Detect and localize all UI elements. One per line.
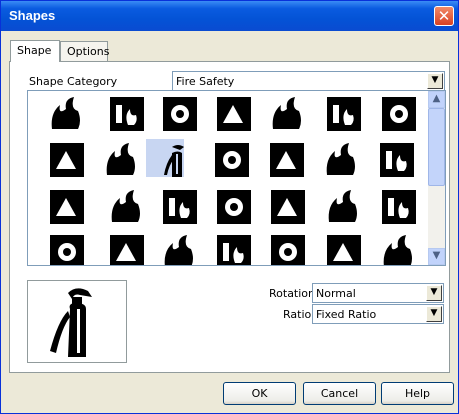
title-bar[interactable]: Shapes ✕	[1, 1, 458, 31]
fire-extinguisher-icon	[50, 288, 92, 357]
close-icon[interactable]: ✕	[434, 6, 454, 26]
fire-hose-reel-icon[interactable]	[272, 97, 301, 129]
gallery-scrollbar[interactable]: ▲ ▼	[428, 91, 445, 265]
tab-options[interactable]: Options	[60, 41, 109, 61]
fire-extinguisher-icon[interactable]	[164, 145, 184, 177]
shape-gallery[interactable]: ▲ ▼	[27, 90, 446, 266]
horn-icon[interactable]	[50, 235, 84, 265]
ok-button[interactable]: OK	[223, 382, 296, 405]
shape-category-select[interactable]: Fire Safety ▼	[172, 71, 445, 91]
rotation-value: Normal	[316, 287, 356, 300]
rotation-label: Rotation	[269, 287, 316, 300]
exit-right-icon[interactable]	[271, 235, 305, 265]
icons-layer	[50, 97, 416, 265]
fire-extinguisher-flames-icon[interactable]	[106, 143, 135, 175]
flames-icon[interactable]	[110, 97, 144, 131]
ratio-label: Ratio	[283, 308, 312, 321]
hose-hook-icon[interactable]	[380, 143, 414, 177]
fire-bell-icon[interactable]	[271, 190, 305, 224]
person-running-flame-icon[interactable]	[327, 235, 361, 265]
fire-escape-person-icon[interactable]	[164, 235, 193, 265]
flame-icon[interactable]	[51, 97, 80, 129]
bell-fire-icon[interactable]	[110, 235, 144, 265]
shape-preview	[27, 280, 127, 363]
tab-shape[interactable]: Shape	[10, 40, 60, 62]
chevron-down-icon[interactable]: ▼	[427, 73, 443, 89]
fire-icon[interactable]	[163, 97, 197, 131]
shape-category-label: Shape Category	[29, 75, 118, 88]
shape-category-value: Fire Safety	[176, 75, 235, 88]
fire-hydrant-icon[interactable]	[327, 97, 361, 131]
ratio-select[interactable]: Fixed Ratio ▼	[312, 304, 444, 324]
exit-left-icon[interactable]	[217, 235, 251, 265]
hose-coil-icon[interactable]	[50, 143, 84, 177]
scroll-down-icon[interactable]: ▼	[428, 248, 445, 265]
extinguisher-box-icon[interactable]	[270, 143, 304, 177]
alarm-button-fire-icon[interactable]	[163, 190, 197, 224]
fire-extinguisher-plain-icon[interactable]	[215, 143, 249, 177]
window-title: Shapes	[9, 8, 56, 23]
help-button[interactable]: Help	[381, 382, 454, 405]
location-pin-icon[interactable]	[326, 143, 355, 175]
telephone-icon[interactable]	[50, 190, 84, 224]
shapes-dialog: Shapes ✕ Shape Options Shape Category Fi…	[0, 0, 459, 414]
rotation-select[interactable]: Normal ▼	[312, 283, 444, 303]
running-person-fire-icon[interactable]	[217, 97, 251, 131]
hose-reel-icon[interactable]	[382, 97, 416, 131]
chevron-down-icon[interactable]: ▼	[426, 285, 442, 301]
assembly-point-icon[interactable]	[383, 235, 412, 265]
fire-alarm-burst-icon[interactable]	[217, 190, 251, 224]
smoke-detector-icon[interactable]	[382, 190, 416, 224]
cancel-button[interactable]: Cancel	[303, 382, 376, 405]
scroll-thumb[interactable]	[428, 108, 445, 186]
telephone-handset-icon[interactable]	[111, 190, 140, 222]
scroll-up-icon[interactable]: ▲	[428, 91, 445, 108]
break-glass-icon[interactable]	[328, 190, 357, 222]
ratio-value: Fixed Ratio	[316, 308, 377, 321]
chevron-down-icon[interactable]: ▼	[426, 306, 442, 322]
